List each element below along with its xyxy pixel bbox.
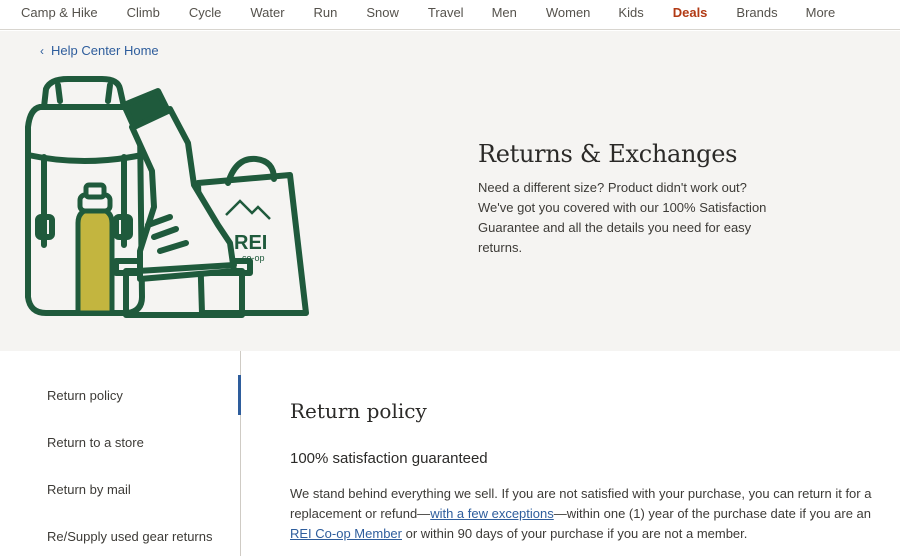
- rei-logo-subtext: co-op: [242, 253, 265, 263]
- water-bottle-shape: [75, 206, 115, 316]
- nav-item-run[interactable]: Run: [314, 0, 338, 20]
- sidebar-item-return-by-mail[interactable]: Return by mail: [47, 482, 131, 497]
- section-subtitle: 100% satisfaction guaranteed: [290, 450, 488, 467]
- policy-paragraph: We stand behind everything we sell. If y…: [290, 484, 885, 544]
- policy-text-2: —within one (1) year of the purchase dat…: [553, 506, 872, 521]
- nav-item-water[interactable]: Water: [250, 0, 284, 20]
- nav-item-snow[interactable]: Snow: [366, 0, 399, 20]
- nav-item-kids[interactable]: Kids: [618, 0, 643, 20]
- exceptions-link[interactable]: with a few exceptions: [430, 506, 554, 521]
- sidebar-item-return-to-store[interactable]: Return to a store: [47, 435, 144, 450]
- chevron-left-icon: ‹: [40, 43, 44, 58]
- section-title: Return policy: [290, 399, 427, 423]
- policy-text-3: or within 90 days of your purchase if yo…: [401, 526, 748, 541]
- rei-logo: [225, 199, 271, 220]
- top-nav: Camp & Hike Climb Cycle Water Run Snow T…: [0, 0, 900, 30]
- nav-item-cycle[interactable]: Cycle: [189, 0, 222, 20]
- nav-item-more[interactable]: More: [806, 0, 836, 20]
- member-link[interactable]: REI Co-op Member: [290, 526, 402, 541]
- returns-illustration: REI co-op: [25, 76, 309, 318]
- hero-description: Need a different size? Product didn't wo…: [478, 180, 767, 255]
- hero-banner: ‹ Help Center Home REI co-op Returns & E…: [0, 31, 900, 351]
- nav-item-travel[interactable]: Travel: [428, 0, 464, 20]
- sidebar-nav: Return policy Return to a store Return b…: [0, 351, 241, 556]
- nav-item-climb[interactable]: Climb: [127, 0, 160, 20]
- rei-logo-text: REI: [234, 232, 267, 254]
- sidebar-active-indicator: [238, 375, 241, 415]
- nav-item-deals[interactable]: Deals: [673, 0, 708, 20]
- nav-item-women[interactable]: Women: [546, 0, 591, 20]
- nav-item-men[interactable]: Men: [492, 0, 517, 20]
- breadcrumb-link[interactable]: Help Center Home: [51, 43, 159, 58]
- nav-item-brands[interactable]: Brands: [736, 0, 777, 20]
- boot-shape: [129, 106, 237, 282]
- breadcrumb[interactable]: ‹ Help Center Home: [40, 43, 159, 58]
- nav-item-camp-hike[interactable]: Camp & Hike: [21, 0, 98, 20]
- sidebar-item-return-policy[interactable]: Return policy: [47, 388, 123, 403]
- page-title: Returns & Exchanges: [478, 140, 738, 168]
- sidebar-item-resupply-returns[interactable]: Re/Supply used gear returns: [47, 529, 212, 544]
